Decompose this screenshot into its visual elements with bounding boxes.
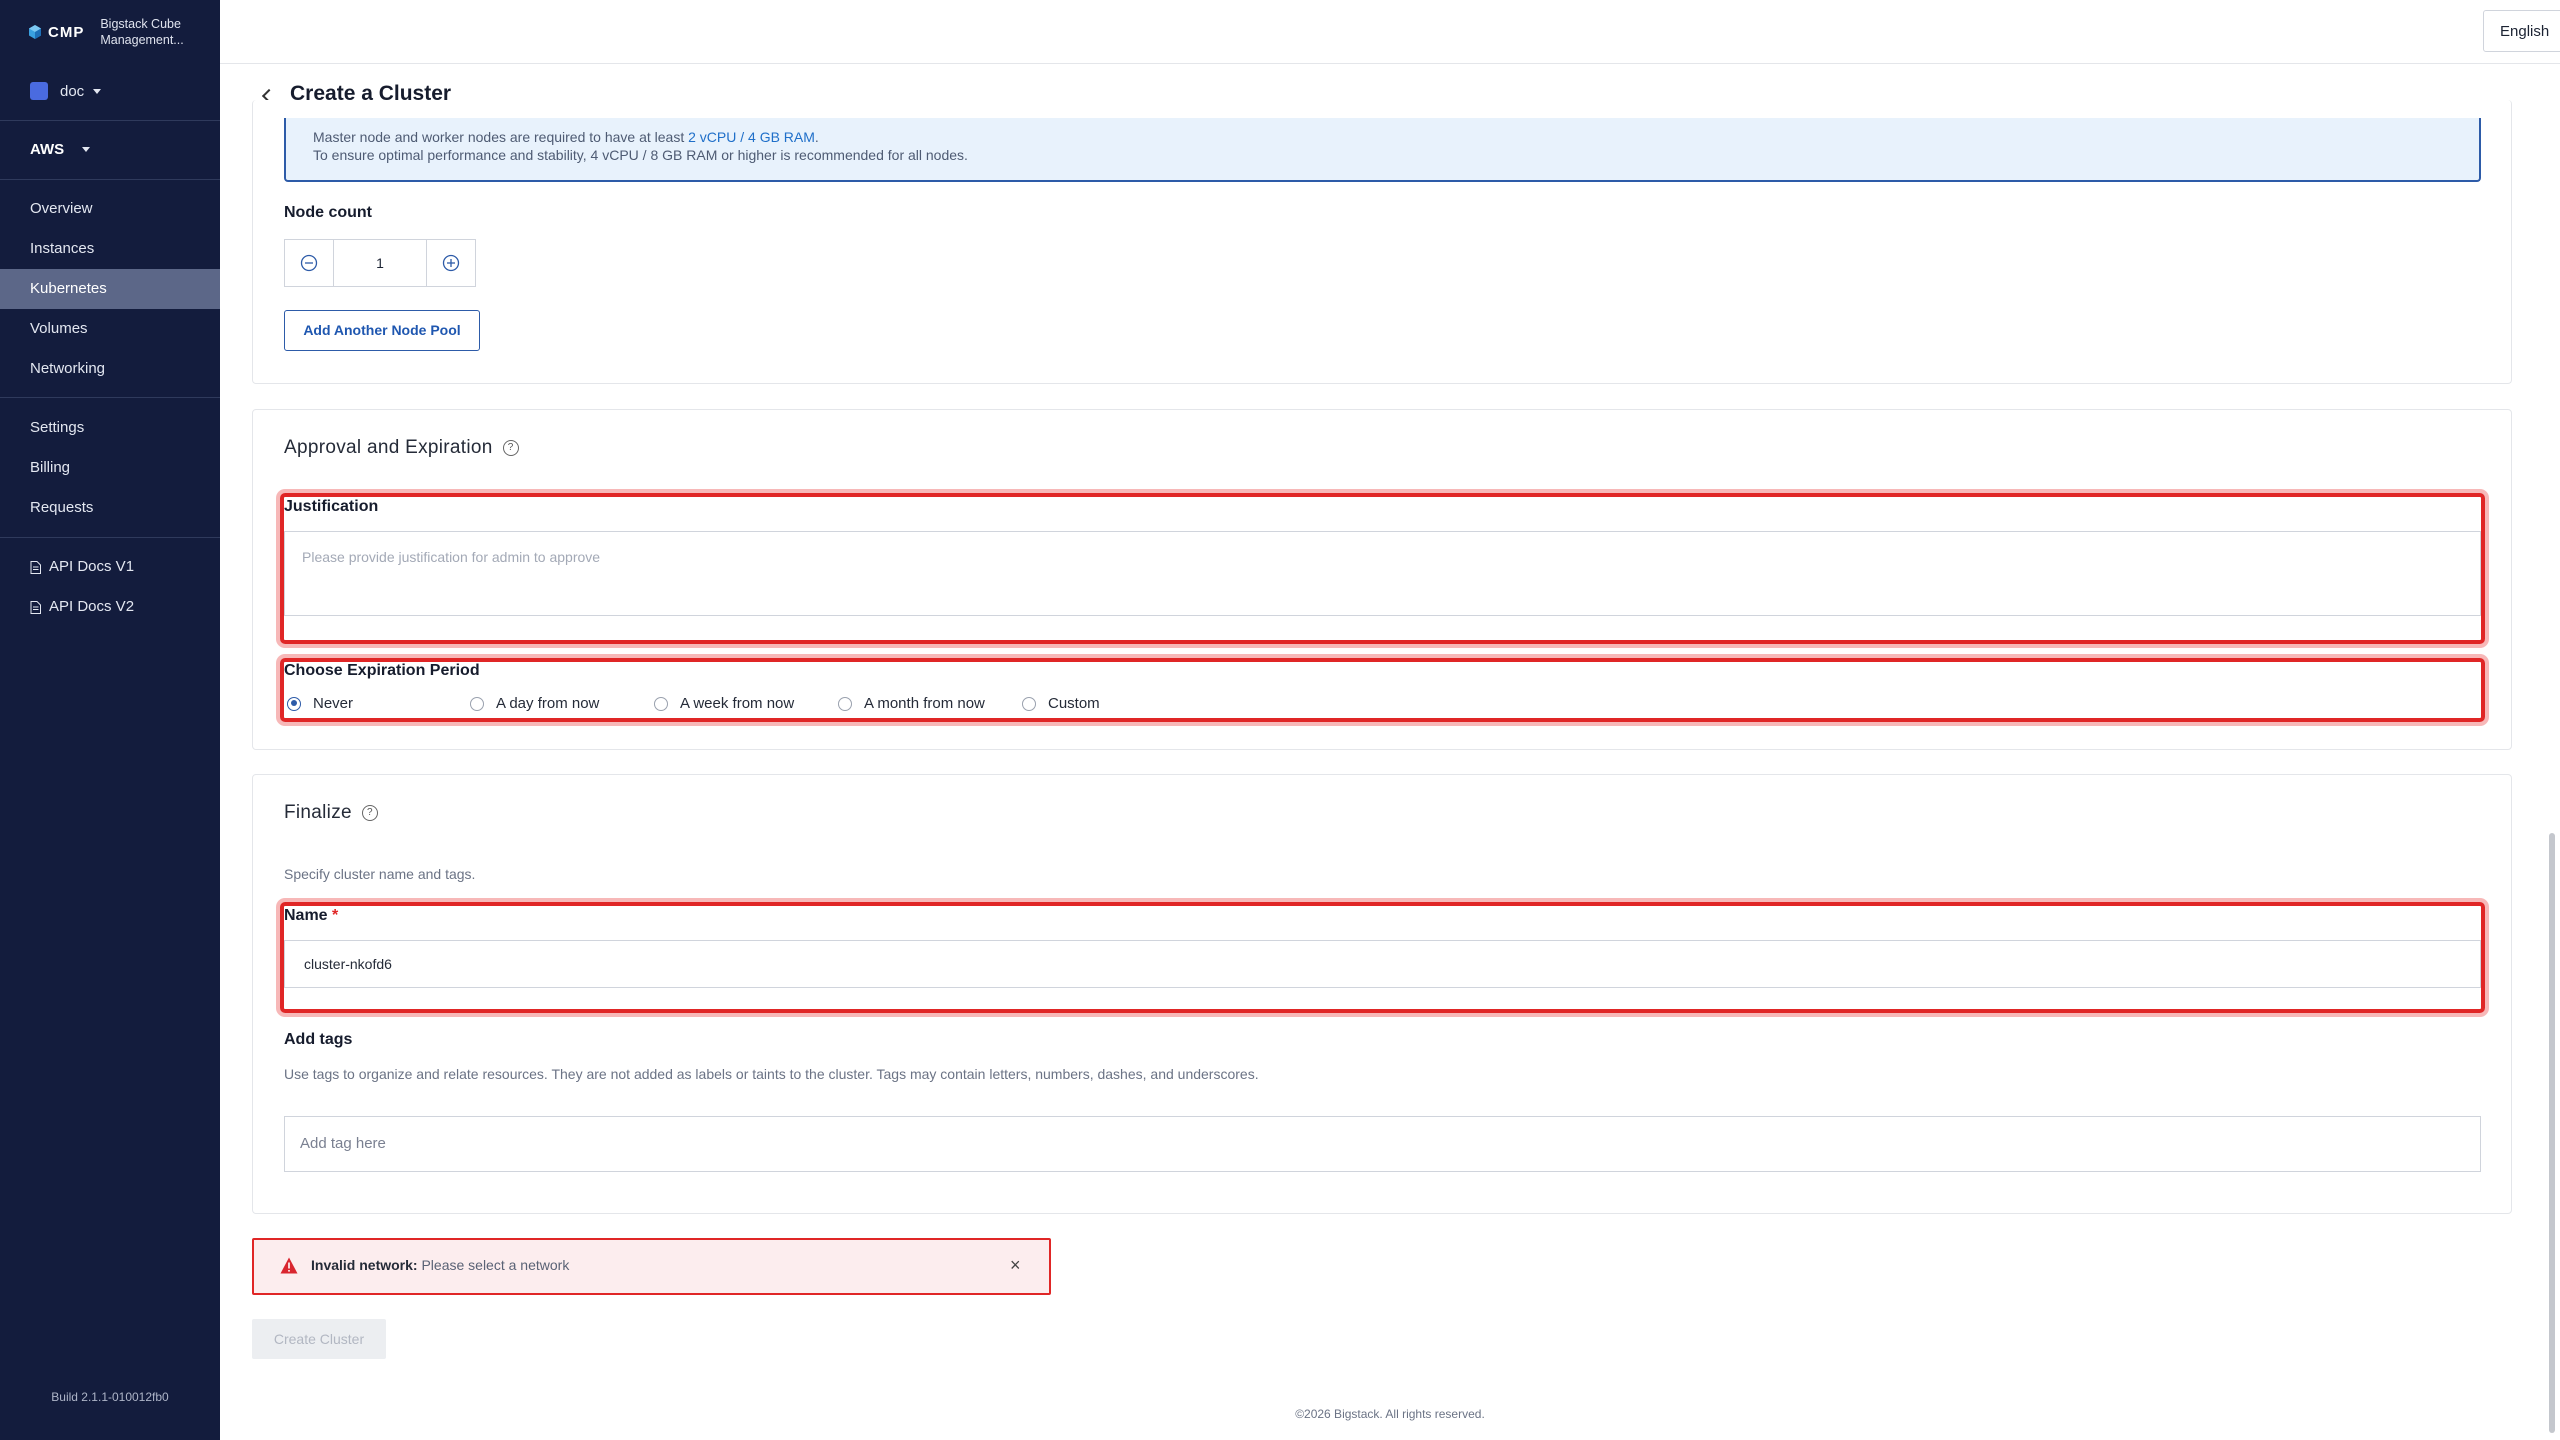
radio-unchecked-icon <box>470 696 484 711</box>
help-icon[interactable]: ? <box>361 805 378 821</box>
decrement-button[interactable] <box>285 240 333 286</box>
sidebar-item-billing[interactable]: Billing <box>0 448 220 488</box>
radio-label: A day from now <box>496 695 600 712</box>
divider <box>0 397 220 398</box>
radio-a-week[interactable]: A week from now <box>654 695 794 712</box>
alert-title: Invalid network: <box>311 1257 418 1273</box>
divider <box>0 537 220 538</box>
node-count-stepper: 1 <box>284 239 476 287</box>
plus-circle-icon <box>442 254 460 272</box>
cloud-name: AWS <box>30 141 65 158</box>
finalize-subtitle: Specify cluster name and tags. <box>284 866 476 882</box>
sidebar-item-api-docs-v1[interactable]: API Docs V1 <box>0 547 220 587</box>
cube-logo-icon <box>29 25 41 39</box>
resource-requirement-info: Master node and worker nodes are require… <box>284 118 2481 182</box>
approval-section-title: Approval and Expiration ? <box>284 437 519 459</box>
radio-unchecked-icon <box>654 696 668 711</box>
sidebar-item-overview[interactable]: Overview <box>0 189 220 229</box>
project-selector[interactable]: doc <box>30 82 102 100</box>
sidebar-item-label: API Docs V1 <box>49 558 135 575</box>
radio-label: A month from now <box>864 695 985 712</box>
tags-placeholder: Add tag here <box>300 1135 386 1152</box>
radio-unchecked-icon <box>1022 696 1036 711</box>
sidebar-item-volumes[interactable]: Volumes <box>0 309 220 349</box>
caret-down-icon <box>93 88 102 94</box>
tags-label: Add tags <box>284 1031 353 1048</box>
invalid-network-alert: Invalid network: Please select a network… <box>252 1238 1051 1295</box>
minus-circle-icon <box>300 254 318 272</box>
sidebar-item-label: API Docs V2 <box>49 598 135 615</box>
radio-label: Custom <box>1048 695 1100 712</box>
radio-custom[interactable]: Custom <box>1022 695 1100 712</box>
approval-title-text: Approval and Expiration <box>284 437 493 458</box>
radio-a-day[interactable]: A day from now <box>470 695 599 712</box>
name-label: Name * <box>284 907 339 924</box>
tags-input[interactable]: Add tag here <box>284 1116 2481 1172</box>
info-line-1: Master node and worker nodes are require… <box>313 129 819 145</box>
footer-copyright: ©2026 Bigstack. All rights reserved. <box>1295 1407 1485 1421</box>
increment-button[interactable] <box>427 240 475 286</box>
alert-text: Invalid network: Please select a network <box>311 1257 569 1273</box>
cluster-name-input[interactable]: cluster-nkofd6 <box>284 940 2481 988</box>
justification-placeholder: Please provide justification for admin t… <box>302 549 601 565</box>
divider <box>0 120 220 121</box>
brand[interactable]: CMP Bigstack Cube Management... <box>28 16 195 48</box>
radio-checked-icon <box>287 696 301 711</box>
language-value: English <box>2500 22 2550 40</box>
radio-unchecked-icon <box>838 696 852 711</box>
top-bar: English D <box>220 0 2560 64</box>
finalize-section-title: Finalize ? <box>284 802 378 824</box>
sidebar-item-api-docs-v2[interactable]: API Docs V2 <box>0 587 220 627</box>
radio-never[interactable]: Never <box>287 695 353 712</box>
caret-down-icon <box>82 147 91 152</box>
info-highlight: 2 vCPU / 4 GB RAM <box>688 129 815 145</box>
scrollbar-thumb[interactable] <box>2549 833 2555 1433</box>
node-count-value[interactable]: 1 <box>333 240 427 286</box>
brand-name: Bigstack Cube Management... <box>100 17 184 47</box>
create-cluster-button[interactable]: Create Cluster <box>252 1319 386 1359</box>
sidebar-item-requests[interactable]: Requests <box>0 488 220 528</box>
justification-label: Justification <box>284 498 379 515</box>
document-icon <box>30 600 41 614</box>
help-icon[interactable]: ? <box>502 440 519 456</box>
sidebar: CMP Bigstack Cube Management... doc AWS … <box>0 0 220 1440</box>
project-color-icon <box>30 82 48 100</box>
brand-short: CMP <box>48 23 85 41</box>
radio-a-month[interactable]: A month from now <box>838 695 985 712</box>
language-select[interactable]: English <box>2483 10 2560 52</box>
sidebar-item-settings[interactable]: Settings <box>0 408 220 448</box>
divider <box>0 179 220 180</box>
info-line-2: To ensure optimal performance and stabil… <box>313 147 968 163</box>
alert-message: Please select a network <box>417 1257 570 1273</box>
finalize-title-text: Finalize <box>284 802 352 823</box>
justification-textarea[interactable]: Please provide justification for admin t… <box>284 531 2481 616</box>
expiration-label: Choose Expiration Period <box>284 662 480 679</box>
sidebar-item-networking[interactable]: Networking <box>0 349 220 389</box>
document-icon <box>30 560 41 574</box>
sidebar-item-kubernetes[interactable]: Kubernetes <box>0 269 220 309</box>
radio-label: A week from now <box>680 695 795 712</box>
sidebar-item-instances[interactable]: Instances <box>0 229 220 269</box>
radio-label: Never <box>313 695 354 712</box>
add-node-pool-button[interactable]: Add Another Node Pool <box>284 310 480 351</box>
node-count-label: Node count <box>284 204 372 221</box>
build-version: Build 2.1.1-010012fb0 <box>51 1390 169 1404</box>
project-name: doc <box>60 82 85 100</box>
warning-triangle-icon <box>280 1257 298 1274</box>
close-icon[interactable]: × <box>1010 1255 1021 1276</box>
expiration-highlight <box>280 658 2485 722</box>
tags-help-text: Use tags to organize and relate resource… <box>284 1066 1259 1082</box>
required-asterisk: * <box>332 907 339 924</box>
cloud-selector[interactable]: AWS <box>30 141 91 158</box>
